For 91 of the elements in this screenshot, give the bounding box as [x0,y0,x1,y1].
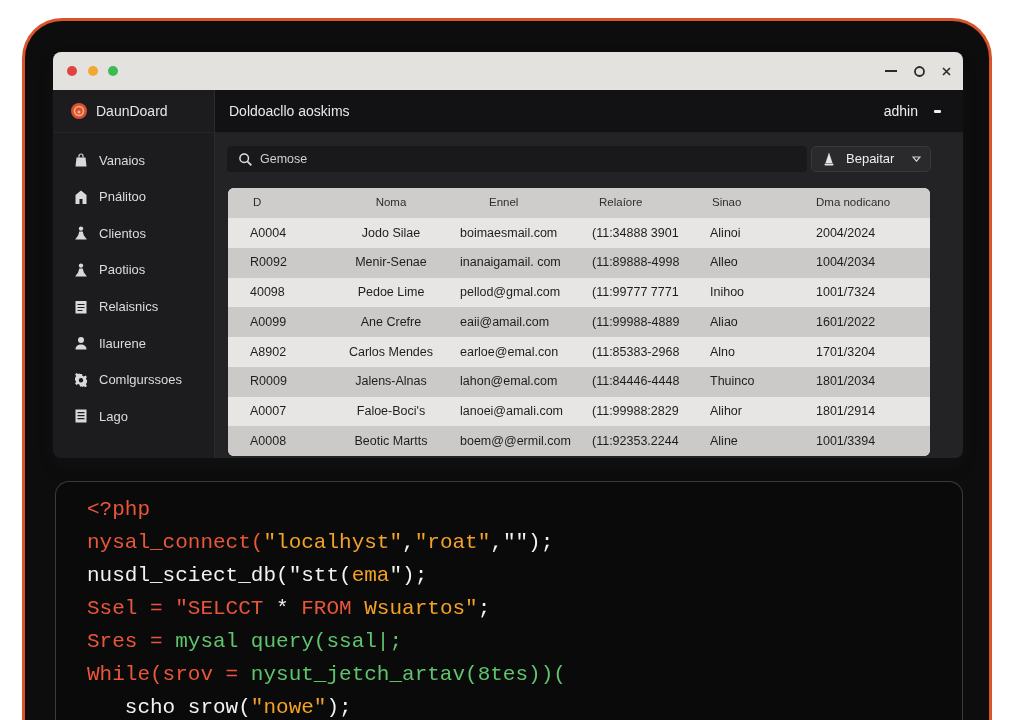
table-cell: Menir-Senae [328,247,454,278]
sidebar-item[interactable]: Vanaios [53,142,214,179]
sidebar-item[interactable]: Comlgurssoes [53,361,214,399]
cone-icon [824,152,834,166]
logo-icon [71,103,87,119]
table-cell: lahon@emal.com [454,366,584,397]
house-icon [75,189,87,204]
table-cell: Aline [704,426,809,456]
sidebar-item[interactable]: Clientos [53,215,214,252]
table-cell: 1601/2022 [809,307,930,337]
table-cell: 1801/2034 [809,366,930,397]
table-cell: Inihoo [704,277,809,308]
table-cell: eaii@amail.com [454,307,584,337]
table-cell: (11:92353.2244 [584,426,704,456]
table-cell: Alleo [704,247,809,278]
code-line: Sres = mysal query(ssal|; [87,629,403,655]
sidebar-item[interactable]: Paotiios [53,251,214,289]
column-header: D [228,188,328,218]
table-cell: 2004/2024 [809,218,930,248]
traffic-light-icon[interactable] [108,66,118,76]
table-cell: Alno [704,337,809,367]
table-cell: 1801/2914 [809,396,930,427]
code-line: nusdl_sciect_db("stt(ema"); [87,563,428,589]
table-cell: R0092 [228,247,328,278]
toolbar-button[interactable]: Bepaitar [811,146,931,172]
table-cell: 1001/7324 [809,277,930,308]
search-icon [239,153,252,166]
bag-icon [75,153,87,168]
sidebar-item[interactable]: Relaisnics [53,288,214,325]
table-cell: Thuinco [704,366,809,397]
gear-icon [75,372,87,387]
table-cell: (11:84446-4448 [584,366,704,397]
table-cell: 1001/3394 [809,426,930,456]
table-cell: lanoei@amali.com [454,396,584,427]
table-cell: earloe@emal.con [454,337,584,367]
sidebar-item[interactable]: Ilaurene [53,324,214,362]
table-cell: (11:99777 7771 [584,277,704,308]
table-cell: Faloe-Boci's [328,396,454,427]
table-cell: boimaesmail.com [454,218,584,248]
page-title: Doldoacllo aoskims [229,101,350,121]
column-header: Noma [328,188,454,218]
table-cell: Alihor [704,396,809,427]
column-header: Dma nodicano [809,188,930,218]
table-cell: Alinoi [704,218,809,248]
table-cell: A0007 [228,396,328,427]
table-cell: pellod@gmal.com [454,277,584,308]
dash-icon [934,109,941,113]
document-icon [75,409,87,424]
table-cell: (11:99988:2829 [584,396,704,427]
traffic-light-icon[interactable] [67,66,77,76]
table-cell: A0099 [228,307,328,337]
table-cell: A8902 [228,337,328,367]
table-cell: (11:34888 3901 [584,218,704,248]
sidebar-item[interactable]: Lago [53,398,214,435]
table-cell: boem@@ermil.com [454,426,584,456]
table-cell: Carlos Mendes [328,337,454,367]
table-cell: inanaigamail. com [454,247,584,278]
search-field[interactable]: Gemose [227,146,807,172]
table-cell: Jodo Silae [328,218,454,248]
person-icon [75,263,87,278]
code-line: <?php [87,497,150,523]
table-cell: Jalens-Alnas [328,366,454,397]
table-cell: Aliao [704,307,809,337]
table-cell: Ane Crefre [328,307,454,337]
table-cell: 1701/3204 [809,337,930,367]
code-line: Ssel = "SELCCT * FROM Wsuartos"; [87,596,491,622]
table-cell: (11:85383-2968 [584,337,704,367]
table-cell: (11:89888-4998 [584,247,704,278]
code-line: nysal_connect("localhyst","roat",""); [87,530,554,556]
table-cell: 1004/2034 [809,247,930,278]
table-cell: (11:99988-4889 [584,307,704,337]
maximize-icon[interactable] [914,65,925,77]
table-cell: A0004 [228,218,328,248]
table-cell: A0008 [228,426,328,456]
brand-name: DaunDoard [96,101,168,121]
column-header: Ennel [454,188,584,218]
close-icon[interactable] [942,66,951,76]
table-cell: 40098 [228,277,328,308]
code-line: While(srov = nysut_jetch_artav(8tes))( [87,662,566,688]
user-menu-button[interactable]: adhin [883,100,941,122]
caret-icon [912,156,921,162]
table-cell: Pedoe Lime [328,277,454,308]
table-cell: R0009 [228,366,328,397]
column-header: Relaíore [584,188,704,218]
code-line: scho srow("nowe"); [124,695,352,720]
column-header: Sinao [704,188,809,218]
document-icon [75,299,87,314]
sidebar-item[interactable]: Pnálitoo [53,178,214,216]
user-icon [75,336,87,351]
person-icon [75,226,87,241]
table-cell: Beotic Martts [328,426,454,456]
